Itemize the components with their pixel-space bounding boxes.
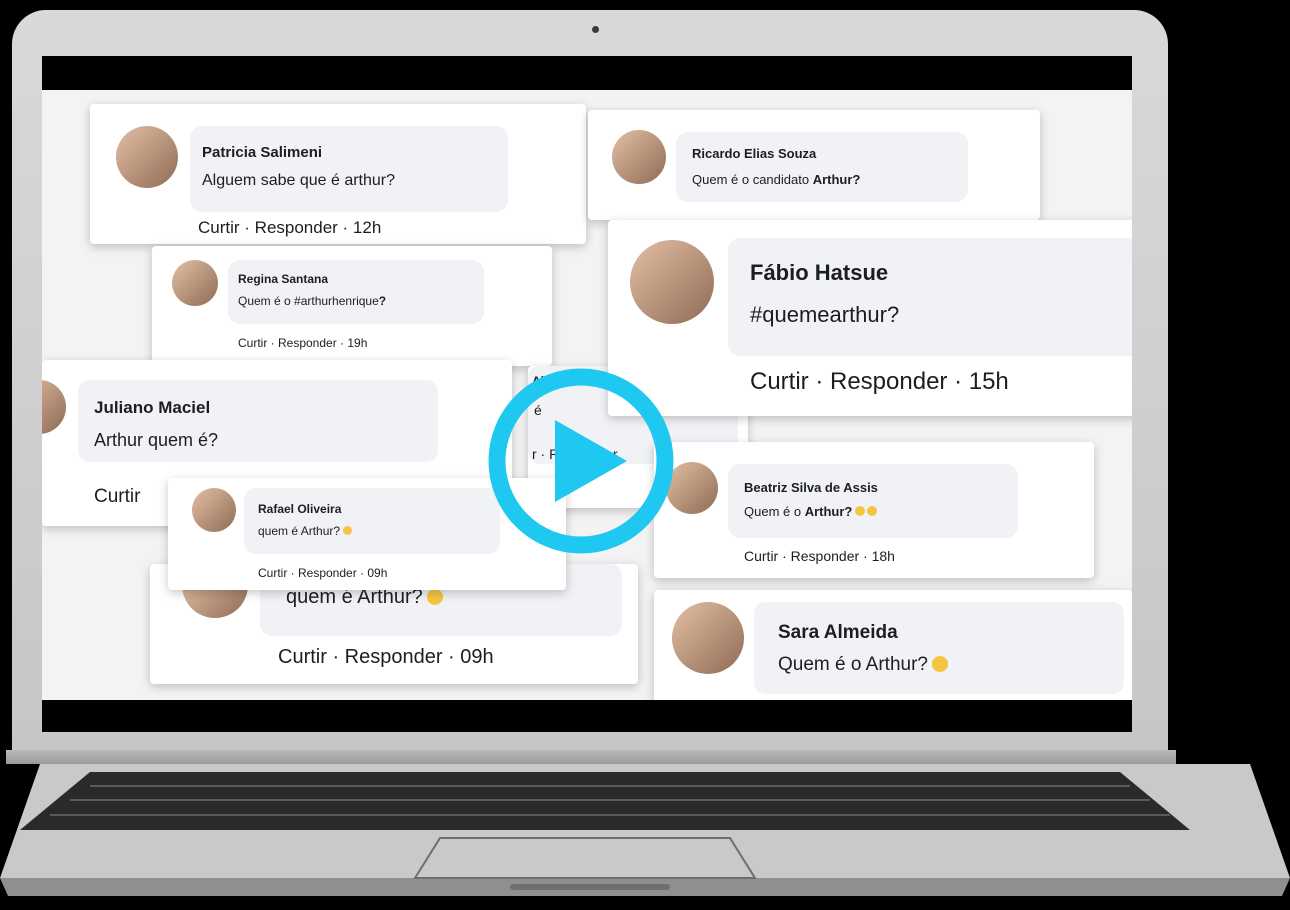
comment-card-fabio: Fábio Hatsue #quemearthur? Curtir · Resp… xyxy=(608,220,1132,416)
smile-emoji-icon xyxy=(931,656,948,672)
grin-emoji-icon xyxy=(855,506,866,516)
comment-bubble xyxy=(676,132,968,202)
comment-text: Arthur quem é? xyxy=(94,430,219,450)
avatar xyxy=(42,380,66,434)
play-icon[interactable] xyxy=(486,366,676,556)
comment-card-regina: Regina Santana Quem é o #arthurhenrique?… xyxy=(152,246,552,366)
comment-author[interactable]: Sara Almeida xyxy=(778,622,898,644)
comment-text: quem é Arthur? xyxy=(258,524,353,538)
comment-author[interactable]: Juliano Maciel xyxy=(94,398,210,418)
comment-text: Quem é o Arthur? xyxy=(744,504,878,519)
comment-actions[interactable]: Curtir · Responder · 19h xyxy=(238,336,367,350)
avatar xyxy=(630,240,714,324)
avatar xyxy=(172,260,218,306)
comment-author[interactable]: Patricia Salimeni xyxy=(202,144,322,161)
comment-actions[interactable]: Curtir · Responder · 09h xyxy=(258,566,387,580)
comment-actions[interactable]: Curtir · Responder · 12h xyxy=(198,218,381,238)
comment-actions[interactable]: Curtir · Responder · 09h xyxy=(278,646,494,669)
avatar xyxy=(192,488,236,532)
comment-bubble xyxy=(728,464,1018,538)
video-player[interactable]: Patricia Salimeni Alguem sabe que é arth… xyxy=(42,90,1132,700)
comment-author[interactable]: Rafael Oliveira xyxy=(258,502,341,516)
comment-bubble xyxy=(754,602,1124,694)
comment-bubble xyxy=(728,238,1132,356)
smile-emoji-icon xyxy=(343,526,353,535)
laptop-screen: Patricia Salimeni Alguem sabe que é arth… xyxy=(42,56,1132,732)
comment-card-beatriz: Beatriz Silva de Assis Quem é o Arthur? … xyxy=(654,442,1094,578)
comment-bubble xyxy=(244,488,500,554)
comment-text: Quem é o Arthur? xyxy=(778,654,948,676)
comment-author[interactable]: Ricardo Elias Souza xyxy=(692,146,816,161)
smile-emoji-icon xyxy=(426,589,443,605)
avatar xyxy=(116,126,178,188)
laptop-base xyxy=(0,764,1290,896)
comment-card-patricia: Patricia Salimeni Alguem sabe que é arth… xyxy=(90,104,586,244)
comment-author[interactable]: Fábio Hatsue xyxy=(750,260,888,286)
comment-author[interactable]: Beatriz Silva de Assis xyxy=(744,480,878,495)
comment-card-ricardo: Ricardo Elias Souza Quem é o candidato A… xyxy=(588,110,1040,220)
camera-icon xyxy=(592,26,599,33)
smile-emoji-icon xyxy=(867,506,878,516)
comment-bubble xyxy=(228,260,484,324)
comment-author[interactable]: Regina Santana xyxy=(238,272,328,286)
comment-actions[interactable]: Curtir · Responder · 15h xyxy=(750,368,1009,396)
comment-actions[interactable]: Curtir · Responder · 18h xyxy=(744,548,895,564)
comment-text: Quem é o #arthurhenrique? xyxy=(238,294,387,308)
comment-text: Quem é o candidato Arthur? xyxy=(692,172,861,187)
comment-card-sara: Sara Almeida Quem é o Arthur? xyxy=(654,590,1132,700)
avatar xyxy=(612,130,666,184)
avatar xyxy=(672,602,744,674)
comment-bubble xyxy=(190,126,508,212)
comment-actions[interactable]: Curtir xyxy=(94,486,140,508)
comment-text: #quemearthur? xyxy=(750,302,900,327)
comment-text: Alguem sabe que é arthur? xyxy=(202,172,396,189)
